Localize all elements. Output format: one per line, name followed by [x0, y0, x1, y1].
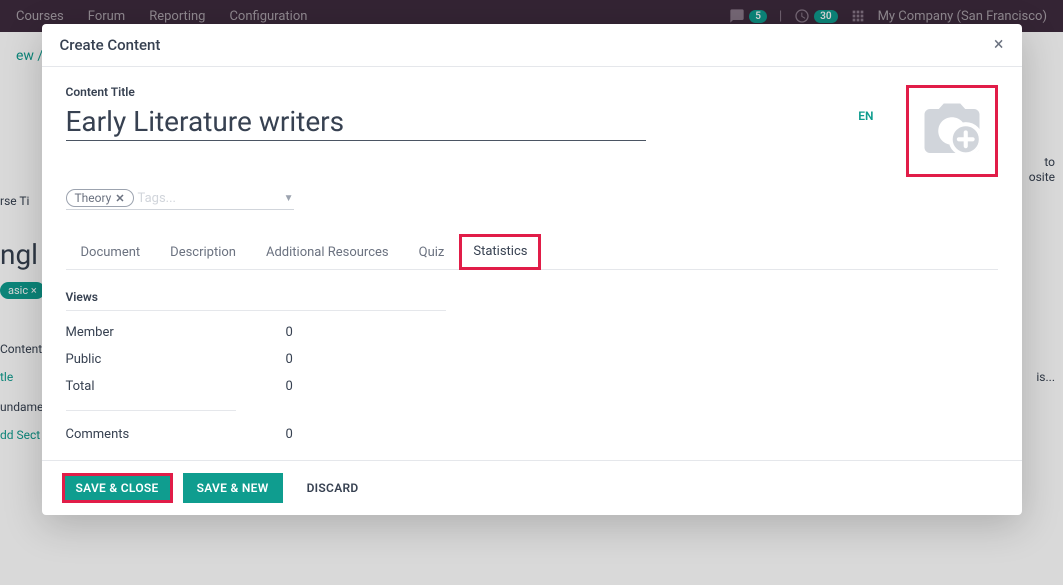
- content-title-input[interactable]: [66, 103, 646, 141]
- stats-value-comments: 0: [286, 427, 293, 442]
- tab-document[interactable]: Document: [66, 234, 156, 270]
- stats-row-comments: Comments 0: [66, 421, 446, 448]
- statistics-section: Views Member 0 Public 0 Total 0 Comments…: [66, 290, 446, 448]
- modal-overlay: Create Content × Content Title EN: [0, 0, 1063, 585]
- tab-description[interactable]: Description: [155, 234, 251, 270]
- tags-input-row[interactable]: Theory ✕ Tags... ▼: [66, 189, 294, 210]
- stats-label-public: Public: [66, 352, 286, 367]
- title-row: Content Title EN: [66, 85, 998, 177]
- stats-label-member: Member: [66, 325, 286, 340]
- save-close-button[interactable]: SAVE & CLOSE: [62, 473, 173, 503]
- content-title-label: Content Title: [66, 85, 847, 99]
- modal-footer: SAVE & CLOSE SAVE & NEW DISCARD: [42, 460, 1022, 515]
- stats-value-member: 0: [286, 325, 293, 340]
- stats-value-public: 0: [286, 352, 293, 367]
- tags-placeholder: Tags...: [138, 191, 280, 206]
- stats-label-total: Total: [66, 379, 286, 394]
- close-icon[interactable]: ×: [994, 36, 1004, 54]
- stats-divider: [66, 410, 236, 411]
- camera-plus-icon: [919, 98, 985, 164]
- discard-button[interactable]: DISCARD: [293, 473, 373, 503]
- tag-remove-icon[interactable]: ✕: [115, 192, 124, 205]
- chevron-down-icon[interactable]: ▼: [284, 193, 294, 204]
- tag-label: Theory: [75, 191, 112, 205]
- stats-label-comments: Comments: [66, 427, 286, 442]
- modal-title: Create Content: [60, 36, 161, 54]
- tag-chip-theory[interactable]: Theory ✕: [66, 189, 134, 207]
- create-content-modal: Create Content × Content Title EN: [42, 24, 1022, 515]
- modal-body: Content Title EN Theory ✕ Tags..: [42, 67, 1022, 460]
- language-indicator[interactable]: EN: [858, 109, 873, 123]
- save-new-button[interactable]: SAVE & NEW: [183, 473, 283, 503]
- modal-header: Create Content ×: [42, 24, 1022, 67]
- tab-additional-resources[interactable]: Additional Resources: [251, 234, 404, 270]
- tab-statistics[interactable]: Statistics: [459, 234, 541, 270]
- title-left: Content Title: [66, 85, 847, 141]
- stats-row-total: Total 0: [66, 373, 446, 400]
- stats-row-public: Public 0: [66, 346, 446, 373]
- tabs-bar: Document Description Additional Resource…: [66, 234, 998, 270]
- tab-quiz[interactable]: Quiz: [404, 234, 460, 270]
- stats-row-member: Member 0: [66, 319, 446, 346]
- stats-value-total: 0: [286, 379, 293, 394]
- image-upload-box[interactable]: [906, 85, 998, 177]
- views-header: Views: [66, 290, 446, 311]
